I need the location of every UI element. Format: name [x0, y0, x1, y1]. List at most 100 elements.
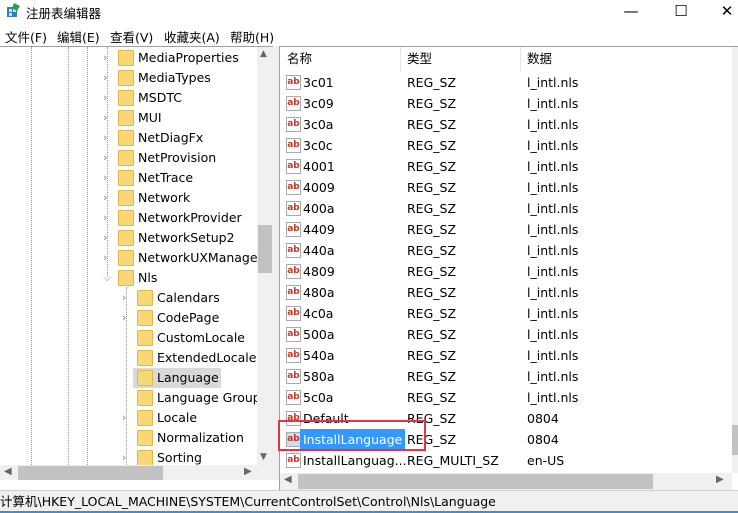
folder-icon — [137, 310, 153, 326]
chevron-down-icon[interactable]: ⌵ — [103, 268, 111, 288]
scroll-thumb[interactable] — [298, 474, 653, 489]
scroll-thumb[interactable] — [258, 225, 272, 273]
menu-edit[interactable]: 编辑(E) — [57, 27, 100, 46]
value-row[interactable]: ab 580a REG_SZ l_intl.nls — [280, 366, 732, 387]
scroll-thumb[interactable] — [732, 425, 738, 455]
column-header-name[interactable]: 名称 — [280, 47, 401, 71]
tree-item[interactable]: › Network — [0, 188, 257, 208]
tree-item[interactable]: › NetTrace — [0, 168, 257, 188]
value-type: REG_SZ — [407, 243, 457, 258]
column-header-data[interactable]: 数据 — [521, 47, 732, 71]
menu-bar: 文件(F) 编辑(E) 查看(V) 收藏夹(A) 帮助(H) — [0, 24, 738, 46]
scroll-right-icon[interactable]: ▶ — [244, 466, 252, 477]
tree-item[interactable]: › NetworkSetup2 — [0, 228, 257, 248]
value-type: REG_SZ — [407, 138, 457, 153]
tree-item[interactable]: ExtendedLocale — [0, 348, 257, 368]
value-data: l_intl.nls — [527, 117, 579, 132]
tree-item[interactable]: › NetProvision — [0, 148, 257, 168]
value-row[interactable]: ab 400a REG_SZ l_intl.nls — [280, 198, 732, 219]
value-row[interactable]: ab 440a REG_SZ l_intl.nls — [280, 240, 732, 261]
chevron-right-icon[interactable]: › — [103, 168, 107, 188]
tree-item[interactable]: › MediaTypes — [0, 68, 257, 88]
chevron-right-icon[interactable]: › — [103, 48, 107, 68]
string-value-icon: ab — [286, 285, 301, 300]
minimize-button[interactable]: — — [608, 0, 654, 22]
chevron-right-icon[interactable]: › — [103, 208, 107, 228]
scroll-right-icon[interactable]: ▶ — [716, 474, 724, 485]
chevron-right-icon[interactable]: › — [122, 288, 126, 308]
tree-item[interactable]: Language Group — [0, 388, 261, 408]
menu-file[interactable]: 文件(F) — [5, 27, 47, 46]
value-name: 4001 — [303, 159, 335, 174]
tree-item[interactable]: › MSDTC — [0, 88, 257, 108]
value-row[interactable]: ab 3c01 REG_SZ l_intl.nls — [280, 72, 732, 93]
value-row[interactable]: ab 3c0c REG_SZ l_intl.nls — [280, 135, 732, 156]
value-row[interactable]: ab 3c0a REG_SZ l_intl.nls — [280, 114, 732, 135]
chevron-right-icon[interactable]: › — [122, 408, 126, 428]
chevron-right-icon[interactable]: › — [103, 148, 107, 168]
value-data: l_intl.nls — [527, 96, 579, 111]
scroll-thumb[interactable] — [18, 466, 163, 480]
folder-icon — [118, 270, 134, 286]
value-type: REG_SZ — [407, 222, 457, 237]
chevron-right-icon[interactable]: › — [103, 248, 107, 268]
string-value-icon: ab — [286, 453, 301, 468]
tree-item[interactable]: › CodePage — [0, 308, 257, 328]
tree-item[interactable]: ⌵ Nls — [0, 268, 257, 288]
tree-item-label: Language — [155, 368, 221, 388]
value-name: 4009 — [303, 180, 335, 195]
value-row[interactable]: ab 4c0a REG_SZ l_intl.nls — [280, 303, 732, 324]
value-row[interactable]: ab 3c09 REG_SZ l_intl.nls — [280, 93, 732, 114]
tree-item[interactable]: › Calendars — [0, 288, 257, 308]
value-row[interactable]: ab InstallLanguag... REG_MULTI_SZ en-US — [280, 450, 732, 471]
chevron-right-icon[interactable]: › — [103, 88, 107, 108]
tree-item[interactable]: CustomLocale — [0, 328, 257, 348]
column-header-type[interactable]: 类型 — [401, 47, 521, 71]
tree-item[interactable]: › MUI — [0, 108, 257, 128]
string-value-icon: ab — [286, 201, 301, 216]
menu-view[interactable]: 查看(V) — [110, 27, 153, 46]
status-bar: 计算机\HKEY_LOCAL_MACHINE\SYSTEM\CurrentCon… — [0, 490, 738, 513]
chevron-right-icon[interactable]: › — [103, 108, 107, 128]
chevron-right-icon[interactable]: › — [103, 228, 107, 248]
value-row[interactable]: ab 480a REG_SZ l_intl.nls — [280, 282, 732, 303]
scroll-up-icon[interactable]: ▲ — [260, 49, 267, 59]
tree-item[interactable]: › NetDiagFx — [0, 128, 257, 148]
scroll-down-icon[interactable]: ▼ — [260, 452, 267, 462]
tree-item[interactable]: Normalization — [0, 428, 257, 448]
value-row[interactable]: ab 500a REG_SZ l_intl.nls — [280, 324, 732, 345]
tree-item[interactable]: › Locale — [0, 408, 257, 428]
chevron-right-icon[interactable]: › — [103, 68, 107, 88]
folder-icon — [118, 70, 134, 86]
list-vertical-scrollbar[interactable] — [732, 47, 738, 473]
list-horizontal-scrollbar[interactable]: ◀ ▶ — [280, 473, 732, 490]
scroll-left-icon[interactable]: ◀ — [284, 474, 292, 485]
value-row[interactable]: ab 4809 REG_SZ l_intl.nls — [280, 261, 732, 282]
value-name: InstallLanguag... — [303, 453, 407, 468]
value-row[interactable]: ab 4409 REG_SZ l_intl.nls — [280, 219, 732, 240]
value-name: 480a — [303, 285, 335, 300]
key-tree: › MediaProperties › MediaTypes › MSDTC › MUI › Ne… — [0, 46, 273, 480]
tree-item-label: CustomLocale — [157, 330, 245, 345]
menu-favorites[interactable]: 收藏夹(A) — [164, 27, 220, 46]
value-type: REG_SZ — [407, 264, 457, 279]
string-value-icon: ab — [286, 264, 301, 279]
maximize-button[interactable]: ☐ — [658, 0, 704, 22]
value-row[interactable]: ab 540a REG_SZ l_intl.nls — [280, 345, 732, 366]
chevron-right-icon[interactable]: › — [122, 308, 126, 328]
tree-item[interactable]: › MediaProperties — [0, 48, 257, 68]
tree-item[interactable]: Language — [0, 368, 257, 388]
close-button[interactable]: ✕ — [704, 0, 738, 22]
value-row[interactable]: ab 4009 REG_SZ l_intl.nls — [280, 177, 732, 198]
value-row[interactable]: ab 5c0a REG_SZ l_intl.nls — [280, 387, 732, 408]
tree-vertical-scrollbar[interactable]: ▲ ▼ — [257, 47, 273, 465]
tree-horizontal-scrollbar[interactable]: ◀ ▶ — [0, 465, 273, 480]
menu-help[interactable]: 帮助(H) — [230, 27, 274, 46]
value-row[interactable]: ab 4001 REG_SZ l_intl.nls — [280, 156, 732, 177]
chevron-right-icon[interactable]: › — [103, 128, 107, 148]
chevron-right-icon[interactable]: › — [103, 188, 107, 208]
string-value-icon: ab — [286, 75, 301, 90]
tree-item[interactable]: › NetworkUXManager — [0, 248, 263, 268]
tree-item[interactable]: › NetworkProvider — [0, 208, 257, 228]
scroll-left-icon[interactable]: ◀ — [4, 466, 12, 477]
